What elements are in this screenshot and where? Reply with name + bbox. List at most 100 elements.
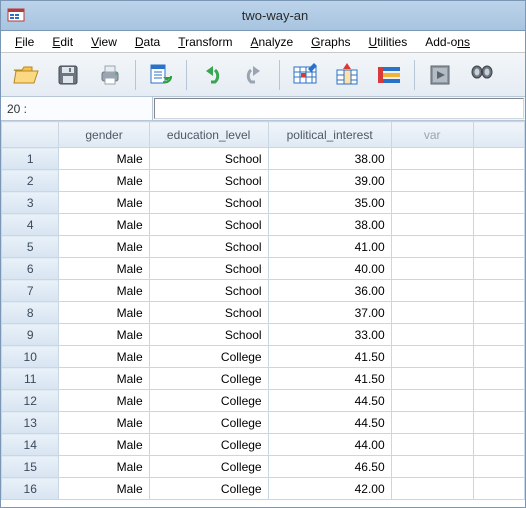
cell-empty[interactable] (473, 236, 524, 258)
cell-empty[interactable] (391, 302, 473, 324)
cell-empty[interactable] (473, 214, 524, 236)
cell-empty[interactable] (473, 280, 524, 302)
column-header-political-interest[interactable]: political_interest (268, 122, 391, 148)
row-header[interactable]: 15 (2, 456, 59, 478)
cell-empty[interactable] (473, 456, 524, 478)
cell-education-level[interactable]: College (149, 456, 268, 478)
row-header[interactable]: 10 (2, 346, 59, 368)
cell-education-level[interactable]: School (149, 214, 268, 236)
cell-empty[interactable] (391, 214, 473, 236)
cell-political-interest[interactable]: 44.50 (268, 412, 391, 434)
column-header-empty[interactable] (473, 122, 524, 148)
cell-value-input[interactable] (154, 98, 524, 119)
cell-gender[interactable]: Male (59, 280, 149, 302)
cell-education-level[interactable]: School (149, 280, 268, 302)
row-header[interactable]: 14 (2, 434, 59, 456)
column-header-gender[interactable]: gender (59, 122, 149, 148)
cell-education-level[interactable]: College (149, 390, 268, 412)
cell-political-interest[interactable]: 44.50 (268, 390, 391, 412)
row-header[interactable]: 4 (2, 214, 59, 236)
row-header[interactable]: 11 (2, 368, 59, 390)
open-button[interactable] (7, 58, 45, 92)
cell-empty[interactable] (391, 478, 473, 500)
cell-political-interest[interactable]: 36.00 (268, 280, 391, 302)
cell-empty[interactable] (391, 390, 473, 412)
cell-political-interest[interactable]: 46.50 (268, 456, 391, 478)
cell-education-level[interactable]: College (149, 368, 268, 390)
cell-education-level[interactable]: College (149, 434, 268, 456)
cell-reference[interactable]: 20 : (1, 97, 153, 120)
cell-gender[interactable]: Male (59, 390, 149, 412)
cell-gender[interactable]: Male (59, 456, 149, 478)
cell-empty[interactable] (391, 148, 473, 170)
cell-empty[interactable] (473, 478, 524, 500)
cell-political-interest[interactable]: 41.50 (268, 368, 391, 390)
cell-empty[interactable] (391, 170, 473, 192)
row-header[interactable]: 9 (2, 324, 59, 346)
cell-gender[interactable]: Male (59, 324, 149, 346)
cell-empty[interactable] (473, 390, 524, 412)
cell-empty[interactable] (391, 236, 473, 258)
print-button[interactable] (91, 58, 129, 92)
row-header[interactable]: 7 (2, 280, 59, 302)
menu-utilities[interactable]: Utilities (361, 33, 416, 51)
cell-gender[interactable]: Male (59, 148, 149, 170)
find-button[interactable] (463, 58, 501, 92)
cell-political-interest[interactable]: 37.00 (268, 302, 391, 324)
undo-button[interactable] (193, 58, 231, 92)
row-header[interactable]: 6 (2, 258, 59, 280)
cell-education-level[interactable]: College (149, 346, 268, 368)
cell-empty[interactable] (473, 192, 524, 214)
cell-gender[interactable]: Male (59, 214, 149, 236)
menu-file[interactable]: File (7, 33, 42, 51)
cell-political-interest[interactable]: 44.00 (268, 434, 391, 456)
save-button[interactable] (49, 58, 87, 92)
row-header[interactable]: 8 (2, 302, 59, 324)
cell-empty[interactable] (391, 324, 473, 346)
menu-data[interactable]: Data (127, 33, 168, 51)
column-header-education-level[interactable]: education_level (149, 122, 268, 148)
cell-gender[interactable]: Male (59, 412, 149, 434)
cell-gender[interactable]: Male (59, 368, 149, 390)
cell-empty[interactable] (473, 434, 524, 456)
row-header[interactable]: 16 (2, 478, 59, 500)
cell-education-level[interactable]: School (149, 258, 268, 280)
cell-political-interest[interactable]: 35.00 (268, 192, 391, 214)
cell-gender[interactable]: Male (59, 170, 149, 192)
run-syntax-button[interactable] (421, 58, 459, 92)
row-header[interactable]: 1 (2, 148, 59, 170)
data-sheet[interactable]: gender education_level political_interes… (1, 121, 525, 507)
row-header[interactable]: 3 (2, 192, 59, 214)
cell-empty[interactable] (391, 258, 473, 280)
cell-empty[interactable] (391, 412, 473, 434)
cell-political-interest[interactable]: 41.00 (268, 236, 391, 258)
cell-empty[interactable] (391, 368, 473, 390)
goto-variable-button[interactable] (328, 58, 366, 92)
cell-education-level[interactable]: School (149, 324, 268, 346)
cell-political-interest[interactable]: 40.00 (268, 258, 391, 280)
menu-addons[interactable]: Add-ons (417, 33, 478, 51)
cell-education-level[interactable]: School (149, 170, 268, 192)
cell-gender[interactable]: Male (59, 478, 149, 500)
cell-gender[interactable]: Male (59, 346, 149, 368)
cell-empty[interactable] (391, 192, 473, 214)
cell-empty[interactable] (473, 302, 524, 324)
select-all-corner[interactable] (2, 122, 59, 148)
cell-empty[interactable] (391, 280, 473, 302)
row-header[interactable]: 13 (2, 412, 59, 434)
cell-empty[interactable] (473, 170, 524, 192)
menu-transform[interactable]: Transform (170, 33, 240, 51)
cell-political-interest[interactable]: 42.00 (268, 478, 391, 500)
cell-education-level[interactable]: School (149, 236, 268, 258)
menu-analyze[interactable]: Analyze (242, 33, 301, 51)
menu-graphs[interactable]: Graphs (303, 33, 358, 51)
goto-case-button[interactable] (286, 58, 324, 92)
cell-empty[interactable] (473, 346, 524, 368)
cell-education-level[interactable]: School (149, 302, 268, 324)
cell-gender[interactable]: Male (59, 192, 149, 214)
menu-edit[interactable]: Edit (44, 33, 81, 51)
recall-dialog-button[interactable] (142, 58, 180, 92)
cell-political-interest[interactable]: 33.00 (268, 324, 391, 346)
cell-empty[interactable] (473, 324, 524, 346)
cell-education-level[interactable]: College (149, 412, 268, 434)
